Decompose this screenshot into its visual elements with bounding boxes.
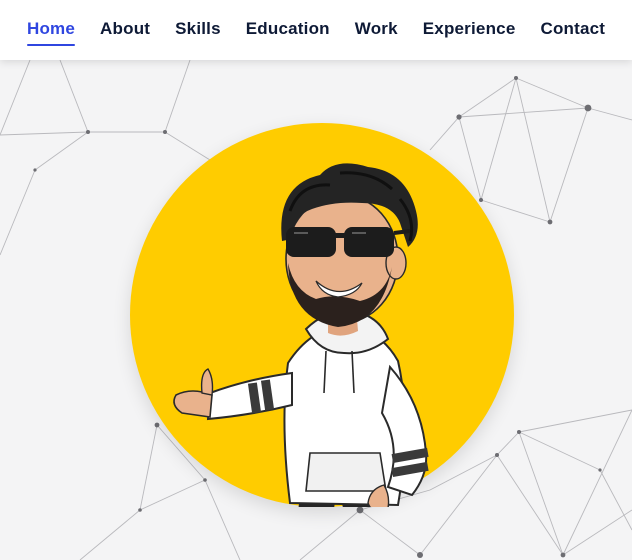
nav-link-contact[interactable]: Contact <box>540 18 605 40</box>
hero-section <box>0 60 632 560</box>
navbar: Home About Skills Education Work Experie… <box>0 0 632 60</box>
avatar <box>130 123 514 507</box>
nav-link-skills[interactable]: Skills <box>175 18 221 40</box>
nav-link-education[interactable]: Education <box>246 18 330 40</box>
nav-link-experience[interactable]: Experience <box>423 18 516 40</box>
nav-link-about[interactable]: About <box>100 18 150 40</box>
nav-link-work[interactable]: Work <box>355 18 398 40</box>
nav-link-home[interactable]: Home <box>27 18 76 46</box>
avatar-icon <box>173 163 429 507</box>
nav-menu: Home About Skills Education Work Experie… <box>27 18 605 46</box>
